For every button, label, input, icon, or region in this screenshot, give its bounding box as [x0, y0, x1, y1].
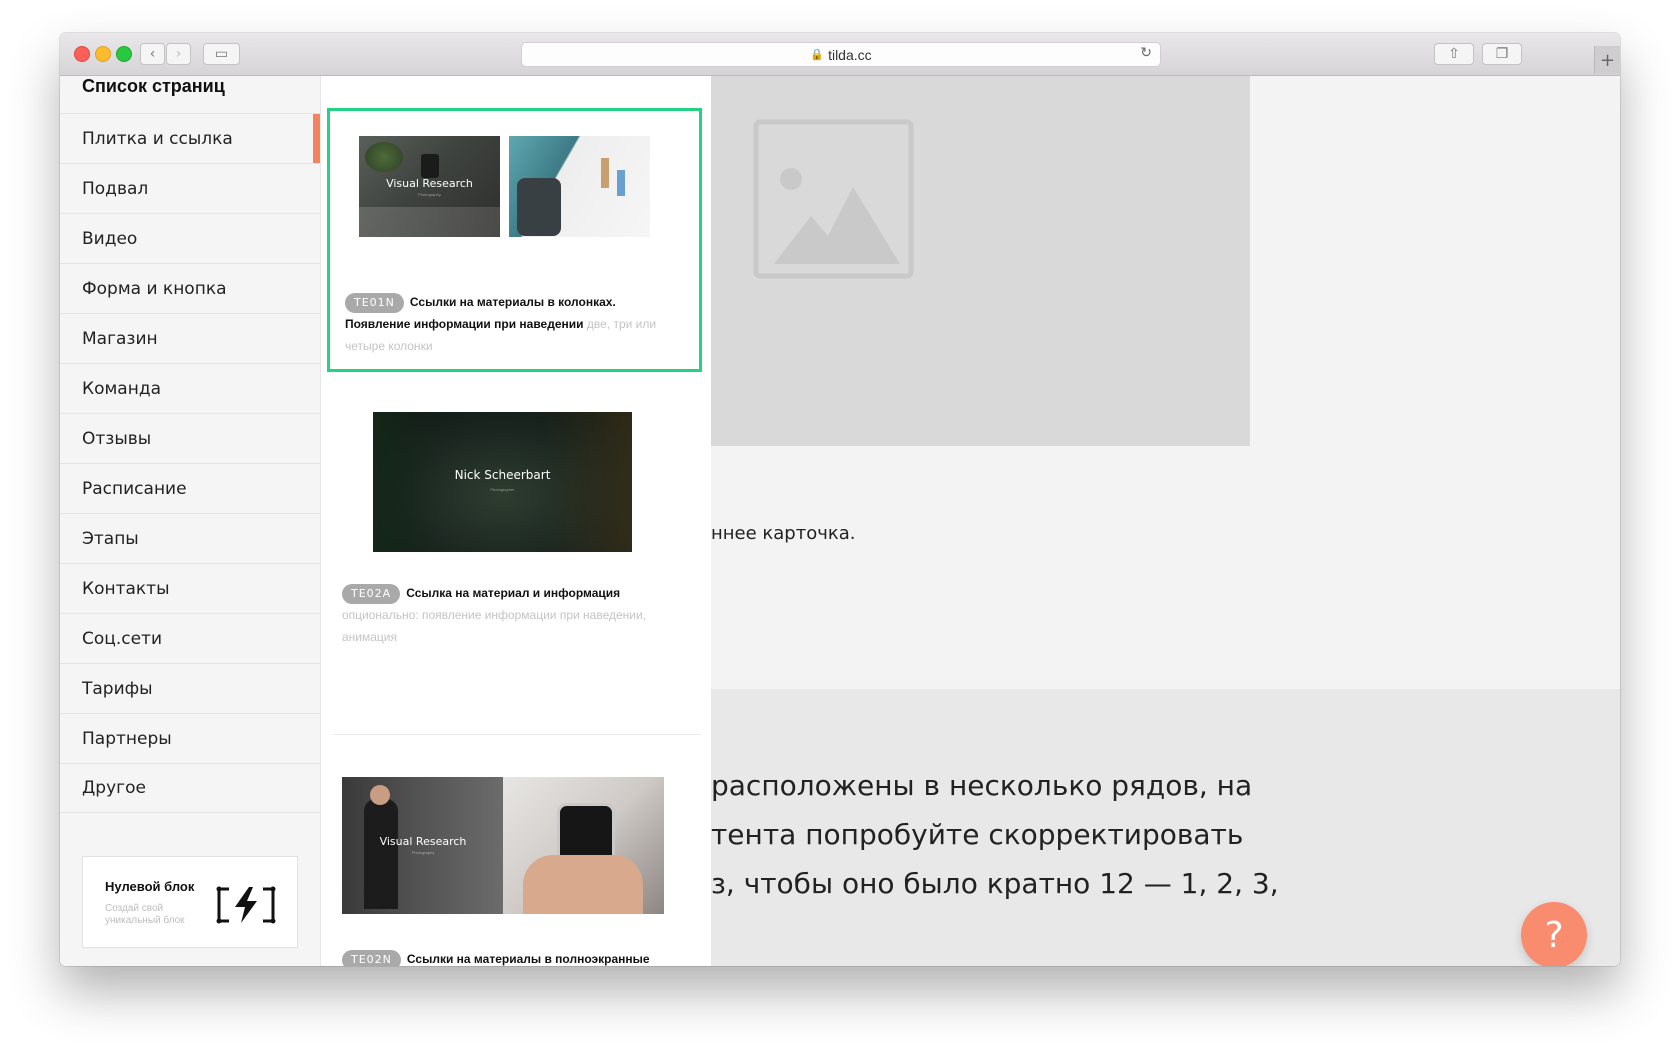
- sidebar-item-video[interactable]: Видео: [60, 213, 320, 263]
- back-button[interactable]: ‹: [140, 43, 165, 65]
- block-name: Ссылка на материал и информация: [406, 586, 621, 600]
- thumbnail-image: [503, 777, 664, 914]
- illustration-shape: [601, 158, 609, 188]
- sidebar-item-form-button[interactable]: Форма и кнопка: [60, 263, 320, 313]
- tabs-overview-button[interactable]: ❐: [1482, 43, 1522, 65]
- lock-icon: 🔒: [810, 48, 825, 61]
- chevron-left-icon: ‹: [149, 46, 156, 62]
- lightning-frame-icon: [216, 886, 276, 924]
- sidebar-toggle-button[interactable]: ▭: [203, 43, 240, 65]
- address-bar[interactable]: 🔒 tilda.cc ↻: [521, 42, 1161, 67]
- block-card-te02n[interactable]: Visual Research Photography TE02N Ссылки …: [327, 752, 702, 966]
- image-placeholder: [711, 76, 1250, 446]
- thumbnail-image: Visual Research Photography: [342, 777, 504, 914]
- background-paragraph-line: расположены в несколько рядов, на: [711, 769, 1253, 802]
- zero-block-title: Нулевой блок: [105, 879, 195, 894]
- sidebar-item-contacts[interactable]: Контакты: [60, 563, 320, 613]
- zero-block-card[interactable]: Нулевой блок Создай свой уникальный блок: [82, 856, 298, 948]
- zero-block-subtitle: Создай свой уникальный блок: [105, 903, 185, 926]
- card-divider: [333, 734, 701, 735]
- block-code-badge: TE02A: [342, 583, 401, 604]
- sidebar-item-social[interactable]: Соц.сети: [60, 613, 320, 663]
- thumbnail-subtitle: Photographer: [490, 487, 515, 492]
- sidebar-title: Список страниц: [82, 76, 225, 96]
- block-hint: опционально: появление информации при на…: [342, 608, 647, 644]
- sidebar-item-partners[interactable]: Партнеры: [60, 713, 320, 763]
- background-card-text: ннее карточка.: [711, 523, 856, 544]
- minimize-window-button[interactable]: [95, 46, 111, 62]
- block-card-te01n[interactable]: Visual Research Photography TE01N Ссылки …: [327, 108, 702, 372]
- plus-icon: +: [1599, 49, 1616, 71]
- chevron-right-icon: ›: [175, 46, 182, 62]
- browser-window: ‹ › ▭ 🔒 tilda.cc ↻ ⇧ ❐ + ннее карточка. …: [60, 33, 1620, 966]
- close-window-button[interactable]: [74, 46, 90, 62]
- thumbnail-subtitle: Photography: [411, 850, 435, 855]
- reload-icon[interactable]: ↻: [1140, 45, 1152, 61]
- sidebar-item-pricing[interactable]: Тарифы: [60, 663, 320, 713]
- sidebar-item-steps[interactable]: Этапы: [60, 513, 320, 563]
- thumbnail-title: Nick Scheerbart: [454, 468, 551, 482]
- page-content: ннее карточка. расположены в несколько р…: [60, 76, 1620, 966]
- block-card-te02a[interactable]: Nick Scheerbart Photographer TE02A Ссылка…: [327, 394, 702, 670]
- block-description: TE01N Ссылки на материалы в колонках. Поя…: [345, 291, 684, 357]
- hand-shape: [523, 855, 643, 914]
- question-icon: ?: [1544, 914, 1564, 956]
- desk-shape: [359, 207, 500, 237]
- sidebar-item-shop[interactable]: Магазин: [60, 313, 320, 363]
- block-templates-panel: Visual Research Photography TE01N Ссылки …: [321, 76, 711, 966]
- url-text: tilda.cc: [828, 46, 872, 63]
- background-paragraph-line: тента попробуйте скорректировать: [711, 818, 1244, 851]
- forward-button[interactable]: ›: [166, 43, 191, 65]
- sidebar-item-team[interactable]: Команда: [60, 363, 320, 413]
- sleeve-shape: [517, 178, 561, 236]
- block-description: TE02A Ссылка на материал и информация опц…: [342, 582, 687, 648]
- share-button[interactable]: ⇧: [1434, 43, 1474, 65]
- block-name: Ссылки на материалы в полноэкранные: [406, 952, 650, 966]
- image-placeholder-icon: [753, 119, 914, 279]
- thumbnail-image: Nick Scheerbart Photographer: [373, 412, 632, 552]
- sidebar-item-reviews[interactable]: Отзывы: [60, 413, 320, 463]
- browser-toolbar: ‹ › ▭ 🔒 tilda.cc ↻ ⇧ ❐ +: [60, 33, 1620, 76]
- illustration-shape: [617, 170, 625, 196]
- background-paragraph-line: з, чтобы оно было кратно 12 — 1, 2, 3,: [711, 867, 1279, 900]
- person-head-shape: [370, 785, 390, 805]
- sidebar-icon: ▭: [214, 46, 229, 62]
- help-button[interactable]: ?: [1521, 902, 1587, 966]
- sidebar-item-footer[interactable]: Подвал: [60, 163, 320, 213]
- share-icon: ⇧: [1448, 46, 1460, 62]
- block-category-sidebar: Список страниц Плитка и ссылка Подвал Ви…: [60, 76, 321, 966]
- thumbnail-image: [509, 136, 650, 237]
- sidebar-item-tiles-links[interactable]: Плитка и ссылка: [60, 113, 320, 163]
- block-description: TE02N Ссылки на материалы в полноэкранные: [342, 948, 687, 966]
- sidebar-item-other[interactable]: Другое: [60, 763, 320, 813]
- forest-shape: [373, 412, 443, 552]
- thumbnail-image: Visual Research Photography: [359, 136, 500, 237]
- sidebar-item-schedule[interactable]: Расписание: [60, 463, 320, 513]
- thumbnail-title: Visual Research: [386, 177, 473, 190]
- thumbnail-subtitle: Photography: [418, 192, 441, 197]
- plant-shape: [365, 142, 403, 172]
- zoom-window-button[interactable]: [116, 46, 132, 62]
- thumbnail-title: Visual Research: [379, 835, 467, 848]
- tabs-icon: ❐: [1495, 46, 1509, 62]
- block-code-badge: TE02N: [342, 949, 401, 966]
- forest-shape: [542, 412, 632, 552]
- block-code-badge: TE01N: [345, 292, 404, 313]
- category-list: Плитка и ссылка Подвал Видео Форма и кно…: [60, 113, 320, 813]
- object-shape: [421, 154, 439, 178]
- new-tab-button[interactable]: +: [1594, 46, 1620, 74]
